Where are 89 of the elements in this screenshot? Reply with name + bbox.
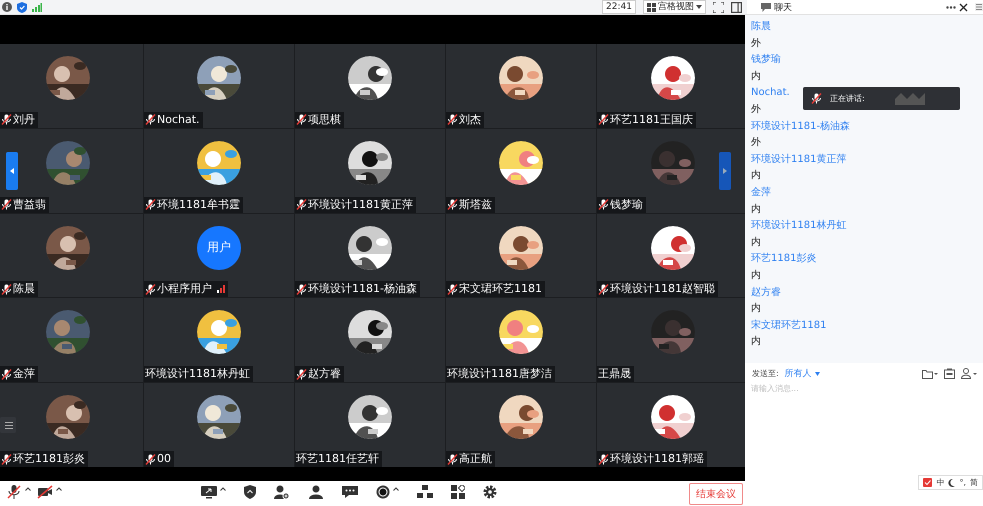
- fullscreen-icon[interactable]: [712, 2, 724, 12]
- add-person-icon[interactable]: [274, 485, 290, 499]
- more-icon[interactable]: [946, 6, 956, 8]
- moon-icon[interactable]: [948, 478, 956, 486]
- screenshot-icon[interactable]: [944, 368, 955, 379]
- message-sender[interactable]: 钱梦瑜: [751, 52, 983, 69]
- message-text: 外: [751, 102, 762, 117]
- ime-option[interactable]: °,: [959, 478, 966, 487]
- message-text: 外: [751, 136, 762, 150]
- participant-name-text: 斯塔兹: [459, 198, 492, 212]
- meeting-time: 22:41: [602, 0, 636, 14]
- folder-icon[interactable]: [922, 368, 938, 378]
- message-sender[interactable]: 环境设计1181林丹虹: [751, 218, 983, 235]
- participant-name-text: 刘丹: [13, 112, 35, 127]
- participant-name-text: 环艺1181王国庆: [610, 112, 693, 127]
- participant-name-text: 赵方睿: [308, 367, 341, 382]
- previous-page-icon[interactable]: [6, 152, 18, 190]
- settings-icon[interactable]: [483, 485, 497, 499]
- person-icon[interactable]: [308, 485, 324, 499]
- participant-name-text: 曹益翡: [13, 198, 46, 212]
- participant-name-text: 环境1181牟书霆: [157, 198, 240, 212]
- apps-icon[interactable]: [451, 485, 465, 499]
- ime-option[interactable]: 简: [970, 477, 978, 488]
- message-text: 内: [751, 268, 762, 283]
- message-sender[interactable]: 环境设计1181-杨油森: [751, 118, 983, 136]
- participant-name-text: 环境设计1181赵智聪: [610, 282, 715, 296]
- caret-down-icon: [814, 372, 820, 376]
- message-text: 内: [751, 202, 762, 217]
- message-text: 内: [751, 334, 762, 350]
- next-page-icon[interactable]: [719, 152, 731, 190]
- record-icon[interactable]: [376, 485, 390, 499]
- chat-icon: [761, 2, 771, 12]
- person-icon[interactable]: [961, 368, 977, 379]
- participant-name-text: 环境设计1181林丹虹: [145, 367, 250, 382]
- send-to-label: 发送至:: [752, 368, 779, 379]
- participant-name-text: 王鼎晟: [598, 367, 631, 382]
- muted-mic-icon[interactable]: [6, 485, 22, 499]
- participant-name-text: 环艺1181任艺轩: [296, 452, 379, 466]
- participant-name-text: 钱梦瑜: [610, 198, 643, 212]
- participant-name-text: 环境设计1181唐梦洁: [447, 367, 552, 382]
- message-text: 内: [751, 168, 762, 184]
- signal-icon: [32, 2, 42, 12]
- participant-name-text: 陈晨: [13, 282, 35, 296]
- camera-off-icon[interactable]: [37, 485, 53, 499]
- share-screen-icon[interactable]: [201, 485, 217, 499]
- participant-name-text: 00: [157, 452, 171, 466]
- blurred-name-icon: [894, 92, 925, 104]
- breakout-rooms-icon[interactable]: [417, 485, 433, 499]
- caret-icon[interactable]: [25, 487, 31, 491]
- message-sender[interactable]: 赵方睿: [751, 284, 983, 302]
- participant-name-text: Nochat.: [157, 112, 200, 127]
- speaking-label: 正在讲话:: [830, 93, 865, 104]
- participant-name-text: 小程序用户: [157, 282, 212, 296]
- message-text: 内: [751, 302, 762, 316]
- message-sender[interactable]: 金萍: [751, 184, 983, 202]
- participant-name-text: 环境设计1181黄正萍: [308, 198, 413, 212]
- message-sender[interactable]: 宋文珺环艺1181: [751, 318, 983, 334]
- chat-title: 聊天: [774, 2, 792, 14]
- ime-option[interactable]: 中: [936, 477, 944, 488]
- view-toggle-button[interactable]: 宫格视图: [642, 0, 706, 14]
- avatar: 用户: [197, 226, 241, 270]
- participant-name-text: 环艺1181彭炎: [13, 452, 85, 466]
- shield-icon[interactable]: [244, 485, 256, 499]
- grid-icon: [646, 2, 656, 12]
- caret-icon[interactable]: [220, 487, 226, 491]
- chat-bubble-icon[interactable]: [342, 485, 358, 499]
- message-text: 内: [751, 70, 762, 84]
- caret-down-icon: [696, 5, 702, 9]
- checkbox-icon: [923, 478, 932, 487]
- participant-name-text: 高正航: [459, 452, 492, 466]
- message-sender[interactable]: 陈晨: [751, 19, 983, 36]
- caret-icon[interactable]: [393, 487, 399, 491]
- message-text: 外: [751, 36, 762, 51]
- muted-mic-icon: [811, 93, 822, 104]
- list-icon[interactable]: [0, 417, 16, 433]
- message-text: 内: [751, 236, 762, 250]
- caret-icon[interactable]: [56, 487, 62, 491]
- participant-name-text: 环境设计1181郭瑶: [610, 452, 704, 466]
- participant-name-text: 金萍: [13, 367, 35, 382]
- message-sender[interactable]: 环艺1181彭炎: [751, 251, 983, 268]
- participant-name-text: 宋文珺环艺1181: [459, 282, 542, 296]
- recipient-dropdown[interactable]: 所有人: [784, 367, 820, 380]
- participant-name-text: 刘杰: [459, 112, 481, 127]
- side-panel-icon[interactable]: [730, 2, 742, 12]
- participant-name-text: 项思棋: [308, 112, 341, 127]
- close-icon[interactable]: [959, 2, 968, 12]
- participant-name-text: 环境设计1181-杨油森: [308, 282, 417, 296]
- message-sender[interactable]: 环境设计1181黄正萍: [751, 152, 983, 168]
- end-meeting-button[interactable]: 结束会议: [689, 483, 743, 505]
